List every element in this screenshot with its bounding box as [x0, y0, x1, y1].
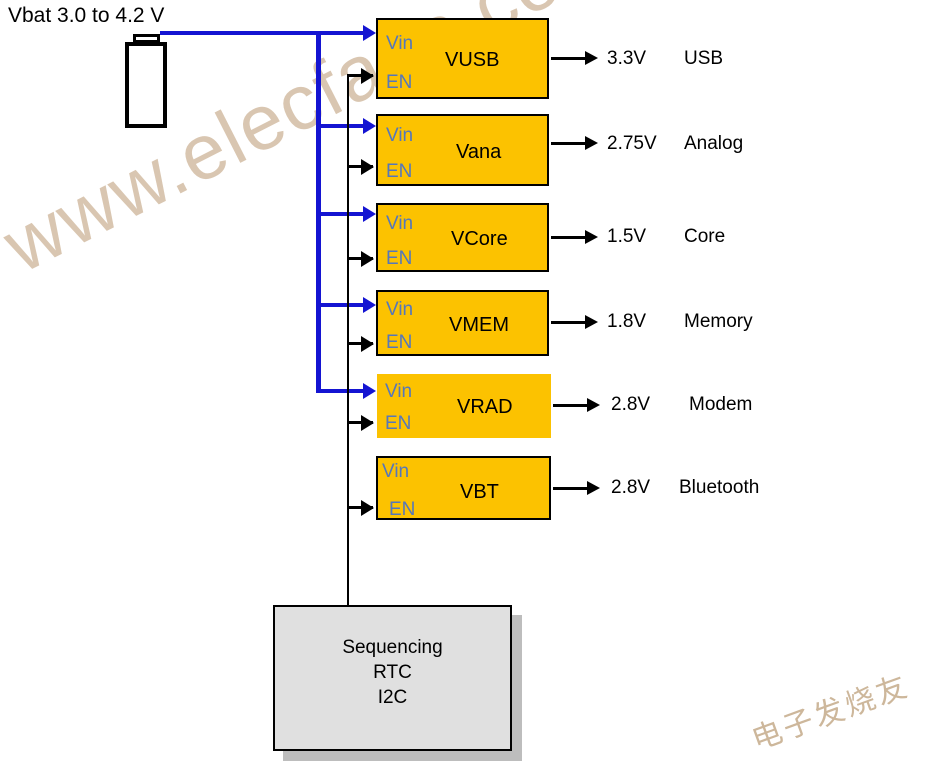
- vcore-output-wire: [551, 236, 587, 239]
- vusb-vin-label: Vin: [386, 33, 414, 54]
- controller-line-rtc: RTC: [373, 662, 412, 684]
- vin-arrow-2: [363, 118, 376, 134]
- vusb-output-rail: USB: [684, 48, 724, 69]
- vrad-output-voltage: 2.8V: [611, 394, 651, 415]
- vrad-en-label: EN: [385, 413, 412, 434]
- vbt-output-wire: [553, 487, 589, 490]
- page-title: Vbat 3.0 to 4.2 V: [8, 4, 165, 27]
- enable-arrow-2: [361, 159, 374, 175]
- regulator-block-vcore[interactable]: Vin EN VCore: [376, 203, 549, 272]
- vusb-name-label: VUSB: [445, 49, 500, 71]
- vcore-en-label: EN: [386, 248, 413, 269]
- regulator-block-vmem[interactable]: Vin EN VMEM: [376, 290, 549, 356]
- regulator-block-vbt[interactable]: Vin EN VBT: [376, 456, 551, 520]
- vrad-name-label: VRAD: [457, 396, 513, 418]
- vana-vin-label: Vin: [386, 125, 414, 146]
- vmem-output-rail: Memory: [684, 311, 753, 332]
- vin-branch-wire-2: [316, 124, 365, 128]
- vana-output-arrow: [585, 136, 598, 150]
- vcore-output-voltage: 1.5V: [607, 226, 647, 247]
- vana-output-wire: [551, 142, 587, 145]
- controller-text: Sequencing RTC I2C: [275, 635, 510, 710]
- vcore-vin-label: Vin: [386, 213, 414, 234]
- vusb-en-label: EN: [386, 72, 413, 93]
- controller-line-i2c: I2C: [377, 687, 408, 709]
- enable-trunk-wire: [347, 74, 349, 606]
- vin-arrow-3: [363, 206, 376, 222]
- vcore-name-label: VCore: [451, 228, 508, 250]
- vana-name-label: Vana: [456, 141, 502, 163]
- vrad-output-arrow: [587, 398, 600, 412]
- regulator-block-vrad[interactable]: Vin EN VRAD: [377, 374, 551, 438]
- vbt-output-arrow: [587, 481, 600, 495]
- vbt-name-label: VBT: [460, 481, 499, 503]
- vmem-name-label: VMEM: [449, 314, 509, 336]
- enable-arrow-6: [361, 500, 374, 516]
- regulator-block-vana[interactable]: Vin EN Vana: [376, 114, 549, 186]
- vmem-output-arrow: [585, 315, 598, 329]
- controller-line-sequencing: Sequencing: [342, 637, 443, 658]
- vrad-vin-label: Vin: [385, 381, 413, 402]
- vbt-output-rail: Bluetooth: [679, 477, 760, 498]
- vrad-output-rail: Modem: [689, 394, 753, 415]
- vbt-en-label: EN: [389, 499, 416, 520]
- enable-arrow-5: [361, 415, 374, 431]
- vin-arrow-4: [363, 297, 376, 313]
- vbt-vin-label: Vin: [382, 461, 410, 482]
- vana-output-voltage: 2.75V: [607, 133, 657, 154]
- enable-arrow-1: [361, 68, 374, 84]
- vin-arrow-1: [363, 25, 376, 41]
- vmem-output-wire: [551, 321, 587, 324]
- watermark-chinese: 电子发烧友: [747, 669, 914, 757]
- vin-branch-wire-1: [316, 31, 365, 35]
- vcore-output-arrow: [585, 230, 598, 244]
- diagram-canvas: www.elecfans.com 电子发烧友 Vbat 3.0 to 4.2 V…: [0, 0, 930, 778]
- vbt-output-voltage: 2.8V: [611, 477, 651, 498]
- vusb-output-voltage: 3.3V: [607, 48, 647, 69]
- vmem-en-label: EN: [386, 332, 413, 353]
- vrad-output-wire: [553, 404, 589, 407]
- vusb-output-wire: [551, 57, 587, 60]
- regulator-block-vusb[interactable]: Vin EN VUSB: [376, 18, 549, 99]
- vin-arrow-5: [363, 383, 376, 399]
- vmem-vin-label: Vin: [386, 299, 414, 320]
- vin-branch-wire-4: [316, 303, 365, 307]
- vin-branch-wire-3: [316, 212, 365, 216]
- vin-branch-wire-5: [316, 389, 365, 393]
- vana-output-rail: Analog: [684, 133, 744, 154]
- vcore-output-rail: Core: [684, 226, 726, 247]
- vusb-output-arrow: [585, 51, 598, 65]
- enable-arrow-3: [361, 251, 374, 267]
- battery-icon: [125, 42, 167, 128]
- vana-en-label: EN: [386, 161, 413, 182]
- enable-arrow-4: [361, 336, 374, 352]
- controller-box[interactable]: Sequencing RTC I2C: [273, 605, 512, 751]
- vmem-output-voltage: 1.8V: [607, 311, 647, 332]
